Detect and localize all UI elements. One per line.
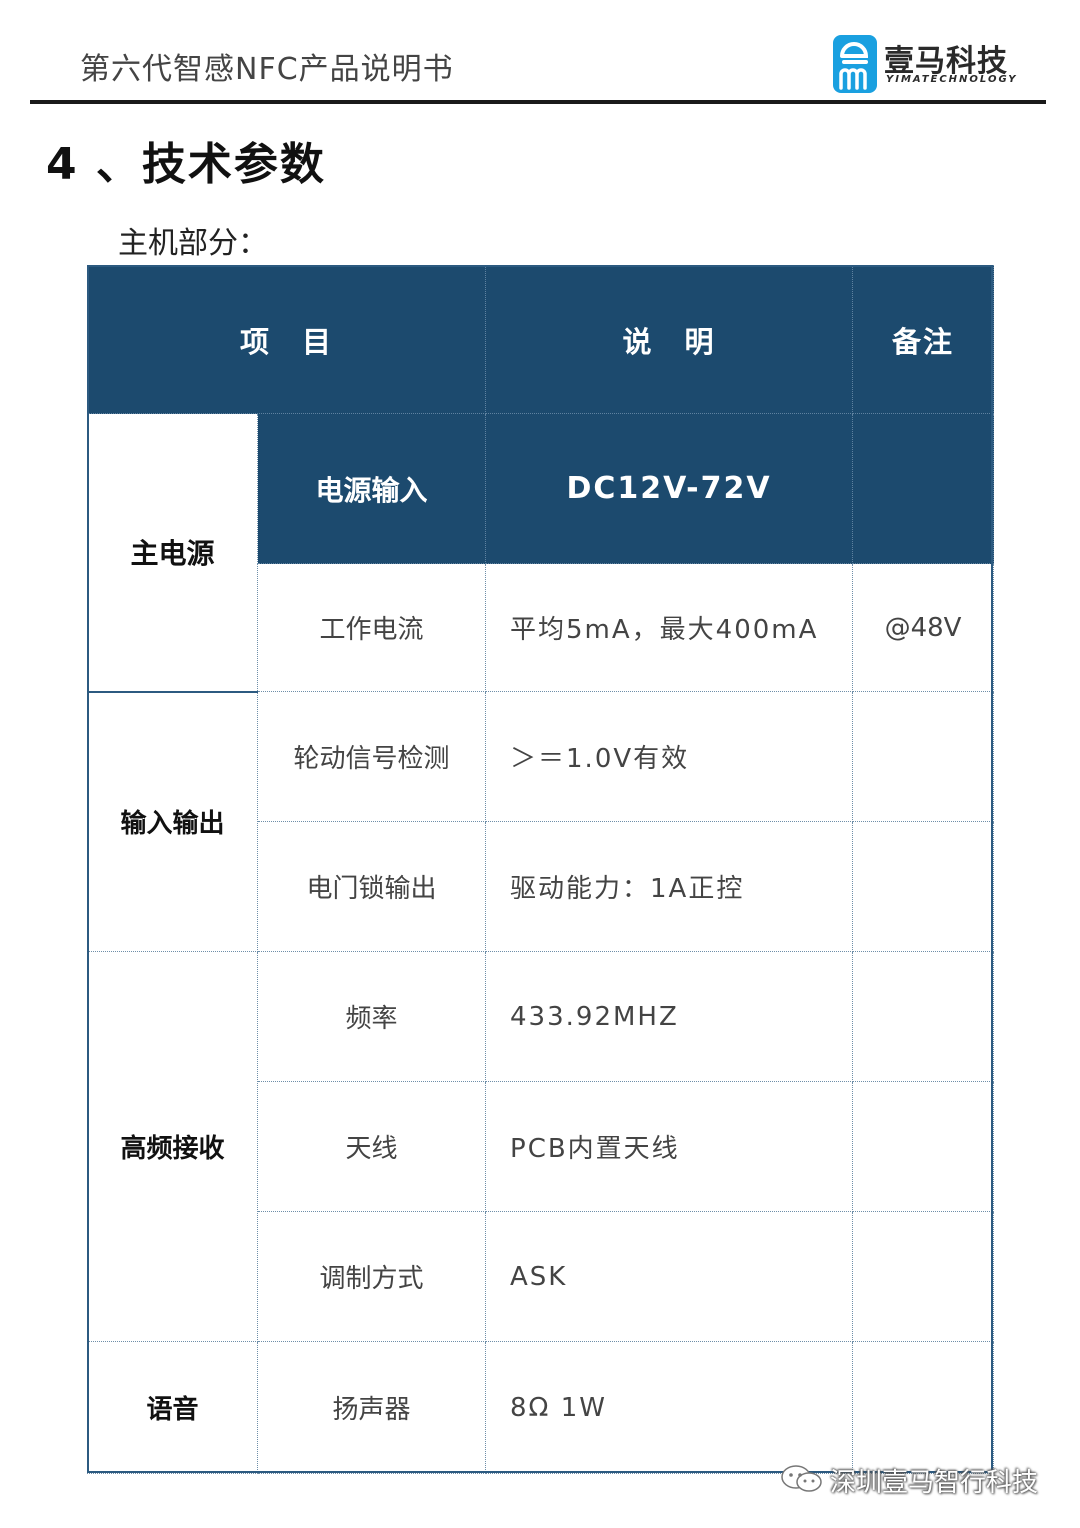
table-row: 高频接收 频率 433.92MHZ bbox=[87, 951, 995, 1342]
row-desc: ＞＝1.0V有效 bbox=[485, 691, 854, 822]
row-desc: 驱动能力：1A正控 bbox=[485, 821, 854, 952]
document-title: 第六代智感NFC产品说明书 bbox=[80, 52, 454, 87]
row-item: 频率 bbox=[256, 951, 487, 1082]
logo-english-name: YIMATECHNOLOGY bbox=[886, 74, 1018, 85]
yima-logo-icon bbox=[833, 35, 877, 93]
row-note bbox=[852, 1341, 995, 1474]
table-row: 输入输出 轮动信号检测 ＞＝1.0V有效 bbox=[87, 690, 995, 952]
row-desc: ASK bbox=[485, 1211, 854, 1342]
group-io: 输入输出 bbox=[87, 690, 258, 952]
row-item: 扬声器 bbox=[256, 1341, 487, 1474]
table-row: 主电源 电源输入 DC12V-72V bbox=[87, 413, 995, 692]
row-note bbox=[852, 1211, 995, 1342]
row-note bbox=[852, 691, 995, 822]
group-voice: 语音 bbox=[87, 1341, 258, 1474]
table-row: 语音 扬声器 8Ω 1W bbox=[87, 1341, 995, 1474]
section-title: 4 、技术参数 bbox=[46, 139, 326, 190]
row-item: 调制方式 bbox=[256, 1211, 487, 1342]
row-note bbox=[852, 821, 995, 952]
watermark-text: 深圳壹马智行科技 bbox=[830, 1468, 1039, 1498]
row-item: 电门锁输出 bbox=[256, 821, 487, 952]
row-note bbox=[852, 951, 995, 1082]
group-power: 主电源 bbox=[87, 413, 258, 692]
table-header-row: 项 目 说 明 备注 bbox=[86, 265, 995, 414]
company-logo: 壹马科技 YIMATECHNOLOGY bbox=[832, 34, 1022, 96]
row-note: @48V bbox=[852, 563, 995, 692]
row-note bbox=[852, 413, 995, 564]
wechat-icon bbox=[781, 1465, 822, 1492]
subsection-title: 主机部分： bbox=[118, 226, 268, 261]
row-desc: 8Ω 1W bbox=[485, 1341, 854, 1474]
header-item: 项 目 bbox=[86, 265, 487, 414]
header-divider bbox=[30, 100, 1046, 104]
row-desc: 平均5mA，最大400mA bbox=[485, 563, 854, 692]
row-note bbox=[852, 1081, 995, 1212]
row-item: 电源输入 bbox=[256, 413, 487, 564]
row-item: 工作电流 bbox=[256, 563, 487, 692]
row-desc: 433.92MHZ bbox=[485, 951, 854, 1082]
header-desc: 说 明 bbox=[485, 265, 854, 414]
spec-table: 项 目 说 明 备注 主电源 电源输入 DC12V-72V 工作电流 平均5mA… bbox=[86, 265, 995, 1474]
header-note: 备注 bbox=[852, 265, 995, 414]
row-desc: PCB内置天线 bbox=[485, 1081, 854, 1212]
group-rf: 高频接收 bbox=[87, 951, 258, 1342]
row-desc: DC12V-72V bbox=[485, 413, 854, 564]
row-item: 天线 bbox=[256, 1081, 487, 1212]
row-item: 轮动信号检测 bbox=[256, 691, 487, 822]
